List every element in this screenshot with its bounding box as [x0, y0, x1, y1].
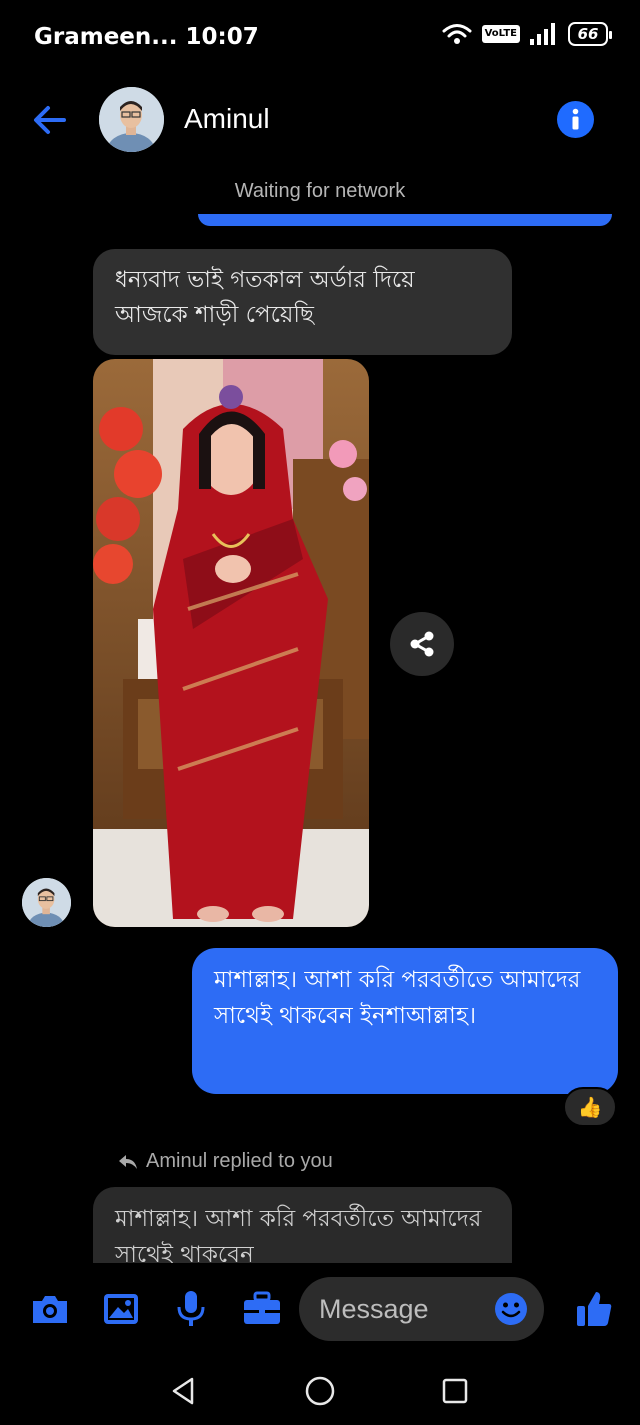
info-icon — [572, 108, 579, 130]
wifi-icon — [442, 24, 472, 44]
status-icons: VoLTE 66 — [442, 22, 612, 46]
network-status: Waiting for network — [234, 180, 406, 202]
reply-message[interactable]: মাশাল্লাহ। আশা করি পরবর্তীতে আমাদের সাথে… — [93, 1187, 512, 1263]
signal-icon — [530, 23, 555, 45]
nav-home-button[interactable] — [300, 1373, 340, 1409]
photo-message[interactable] — [93, 359, 369, 927]
voice-button[interactable] — [169, 1289, 213, 1329]
reply-arrow-icon — [119, 1154, 137, 1169]
back-button[interactable] — [28, 100, 72, 140]
avatar-photo — [99, 87, 164, 152]
square-recents-icon — [442, 1378, 468, 1404]
triangle-back-icon — [172, 1377, 194, 1405]
contact-avatar[interactable] — [99, 87, 164, 152]
arrow-left-icon — [34, 106, 66, 134]
battery-indicator: 66 — [568, 22, 612, 46]
incoming-message[interactable]: ধন্যবাদ ভাই গতকাল অর্ডার দিয়ে আজকে শাড়… — [93, 249, 512, 355]
share-icon — [410, 631, 434, 657]
like-button[interactable] — [572, 1289, 616, 1329]
carrier-time: Grameen... 10:07 — [34, 24, 259, 50]
message-composer — [0, 1263, 640, 1353]
avatar-photo-small — [22, 878, 71, 927]
reaction-badge[interactable]: 👍 — [563, 1087, 617, 1127]
gallery-icon — [104, 1294, 138, 1324]
nav-back-button[interactable] — [163, 1373, 203, 1409]
reply-indicator: Aminul replied to you — [118, 1150, 333, 1173]
thumbs-up-reaction-icon: 👍 — [577, 1095, 603, 1119]
sender-avatar[interactable] — [22, 878, 71, 927]
outgoing-message[interactable]: মাশাল্লাহ। আশা করি পরবর্তীতে আমাদের সাথে… — [192, 948, 618, 1094]
status-bar: Grameen... 10:07 VoLTE 66 — [0, 0, 640, 80]
camera-button[interactable] — [28, 1289, 72, 1329]
nav-recents-button[interactable] — [435, 1373, 475, 1409]
message-input[interactable] — [319, 1287, 489, 1331]
circle-home-icon — [305, 1376, 335, 1406]
gallery-button[interactable] — [99, 1289, 143, 1329]
camera-icon — [33, 1296, 67, 1323]
volte-badge: VoLTE — [481, 25, 520, 43]
photo-image — [93, 359, 369, 927]
emoji-icon[interactable] — [494, 1292, 528, 1326]
network-status-bar — [198, 214, 612, 226]
share-button[interactable] — [390, 612, 454, 676]
chat-header: Aminul — [0, 80, 640, 170]
thumbs-up-icon — [577, 1292, 612, 1326]
microphone-icon — [177, 1291, 205, 1326]
message-field[interactable] — [299, 1277, 544, 1341]
contact-name[interactable]: Aminul — [184, 103, 270, 135]
system-navigation-bar — [0, 1353, 640, 1425]
reply-label: Aminul replied to you — [146, 1150, 333, 1172]
briefcase-icon — [244, 1291, 280, 1324]
business-tools-button[interactable] — [240, 1289, 284, 1329]
info-button[interactable] — [557, 101, 594, 138]
